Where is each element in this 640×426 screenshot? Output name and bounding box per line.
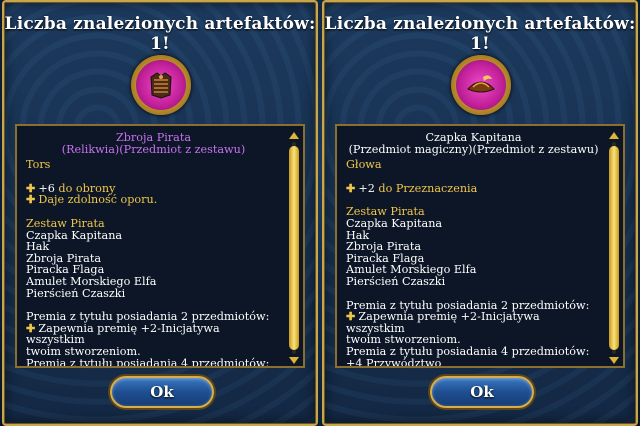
- artifact-description: Czapka Kapitana (Przedmiot magiczny)(Prz…: [346, 131, 601, 368]
- artifact-found-screen: Liczba znalezionych artefaktów: 1! Zbroj…: [0, 0, 640, 426]
- set-item: Hak: [26, 240, 50, 254]
- scroll-down-arrow-icon[interactable]: [609, 357, 619, 364]
- dialog-title: Liczba znalezionych artefaktów: 1!: [4, 14, 316, 54]
- item-name: Zbroja Pirata: [115, 131, 191, 144]
- set-bonus-header-2: Premia z tytułu posiadania 4 przedmiotów…: [26, 356, 270, 368]
- set-bonus-line: twoim stworzeniom.: [26, 344, 141, 358]
- artifact-description-box[interactable]: Czapka Kapitana (Przedmiot magiczny)(Prz…: [335, 124, 625, 368]
- plus-icon: ✚: [26, 192, 36, 207]
- artifact-dialog-left: Liczba znalezionych artefaktów: 1! Zbroj…: [2, 0, 318, 426]
- scrollbar[interactable]: [289, 132, 299, 364]
- set-item: Zbroja Pirata: [346, 240, 422, 254]
- set-item: Pierścień Czaszki: [26, 286, 126, 300]
- set-item: Amulet Morskiego Elfa: [26, 274, 157, 288]
- set-bonus-line: +4 Przywództwo: [346, 356, 442, 368]
- set-item: Czapka Kapitana: [26, 228, 123, 242]
- ok-button[interactable]: Ok: [430, 376, 534, 408]
- captain-hat-icon: [467, 75, 495, 93]
- scroll-up-arrow-icon[interactable]: [609, 132, 619, 139]
- set-header: Zestaw Pirata: [26, 216, 105, 230]
- ok-button[interactable]: Ok: [110, 376, 214, 408]
- item-name: Czapka Kapitana: [425, 131, 522, 144]
- bonus-line-1: ✚ +2 do Przeznaczenia: [346, 180, 478, 195]
- set-item: Czapka Kapitana: [346, 216, 443, 230]
- set-bonus-line: ✚ Zapewnia premię +2-Inicjatywa wszystkim: [346, 309, 540, 335]
- bonus-line-2: ✚ Daje zdolność oporu.: [26, 192, 158, 207]
- artifact-medal: [131, 55, 191, 115]
- artifact-description-box[interactable]: Zbroja Pirata (Relikwia)(Przedmiot z zes…: [15, 124, 305, 368]
- scroll-up-arrow-icon[interactable]: [289, 132, 299, 139]
- scroll-down-arrow-icon[interactable]: [289, 357, 299, 364]
- set-item: Pierścień Czaszki: [346, 274, 446, 288]
- pirate-armor-icon: [150, 72, 172, 99]
- dialog-title: Liczba znalezionych artefaktów: 1!: [324, 14, 636, 54]
- artifact-medal: [451, 55, 511, 115]
- item-type: (Przedmiot magiczny)(Przedmiot z zestawu…: [348, 142, 599, 156]
- item-slot: Tors: [26, 158, 51, 172]
- plus-icon: ✚: [346, 180, 356, 195]
- scrollbar[interactable]: [609, 132, 619, 364]
- artifact-description: Zbroja Pirata (Relikwia)(Przedmiot z zes…: [26, 131, 281, 368]
- scroll-thumb[interactable]: [609, 146, 619, 350]
- scroll-thumb[interactable]: [289, 146, 299, 350]
- item-type: (Relikwia)(Przedmiot z zestawu): [61, 142, 246, 156]
- set-bonus-line: ✚ Zapewnia premię +2-Inicjatywa wszystkim: [26, 320, 220, 347]
- artifact-dialog-right: Liczba znalezionych artefaktów: 1! Czapk…: [322, 0, 638, 426]
- item-slot: Głowa: [346, 158, 382, 172]
